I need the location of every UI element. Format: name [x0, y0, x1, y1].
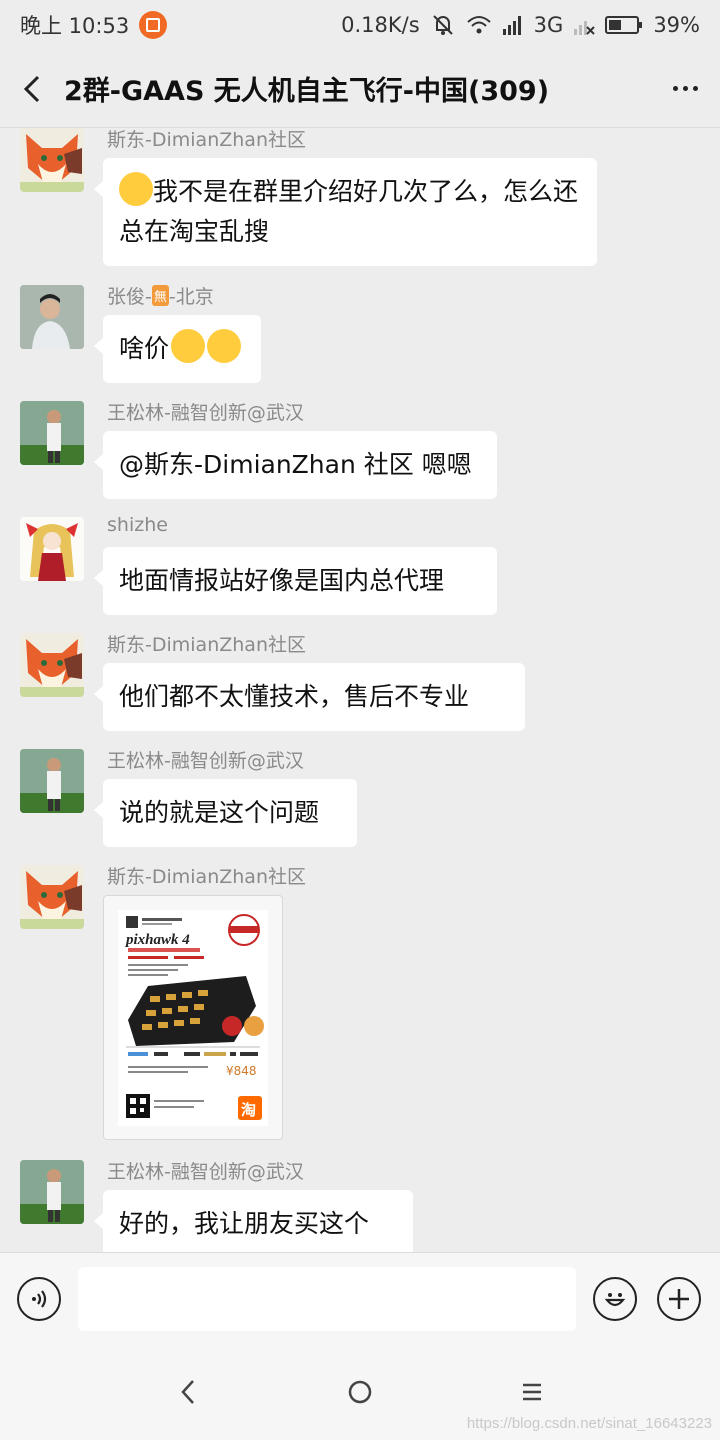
- avatar[interactable]: [20, 401, 84, 465]
- plus-icon: [669, 1288, 689, 1309]
- message-bubble[interactable]: 说的就是这个问题: [94, 779, 357, 847]
- circle-home-icon: [348, 1380, 372, 1404]
- message-input[interactable]: [78, 1266, 576, 1331]
- message-text: 我不是在群里介绍好几次了么，怎么还总在淘宝乱搜: [119, 177, 579, 246]
- sender-name: 王松林-融智创新@武汉: [107, 1161, 304, 1183]
- wifi-icon: [466, 16, 491, 34]
- man-avatar-icon: [20, 285, 84, 349]
- message-bubble[interactable]: 他们都不太懂技术，售后不专业: [94, 663, 525, 731]
- message-bubble[interactable]: 地面情报站好像是国内总代理: [94, 547, 497, 615]
- more-options-button[interactable]: [650, 50, 720, 128]
- man-avatar-icon: [20, 401, 84, 465]
- status-time: 晚上 10:53: [20, 14, 130, 38]
- message-text: 啥价: [119, 334, 170, 363]
- sender-name-prefix: 张俊-: [107, 286, 152, 308]
- man-avatar-icon: [20, 749, 84, 813]
- poster-price: ¥848: [226, 1064, 257, 1078]
- smiling-emoji-icon: [171, 329, 206, 363]
- message-text: 说的就是这个问题: [119, 798, 320, 827]
- image-message[interactable]: pixhawk 4 ¥848 淘: [103, 895, 283, 1140]
- avatar[interactable]: [20, 633, 84, 697]
- dot-icon: [672, 86, 678, 91]
- message-input-bar: [0, 1252, 720, 1344]
- chat-header: 2群-GAAS 无人机自主飞行-中国(309): [0, 50, 720, 128]
- dot-icon: [692, 86, 698, 91]
- laughing-tears-emoji-icon: [119, 172, 153, 206]
- poster-brand: pixhawk 4: [126, 932, 190, 948]
- voice-button[interactable]: [17, 1276, 61, 1321]
- poster-shop-badge: 淘: [241, 1101, 257, 1119]
- message-bubble[interactable]: 好的，我让朋友买这个: [94, 1190, 413, 1252]
- nav-back-button[interactable]: [102, 1344, 274, 1440]
- chevron-left-icon: [181, 1380, 194, 1404]
- chat-title: 2群-GAAS 无人机自主飞行-中国(309): [64, 76, 550, 107]
- avatar[interactable]: [20, 128, 84, 192]
- sender-name: 斯东-DimianZhan社区: [107, 634, 306, 656]
- fox-avatar-icon: [20, 128, 84, 192]
- anime-girl-avatar-icon: [20, 517, 84, 581]
- signal-icon: [502, 16, 521, 35]
- chat-messages[interactable]: 斯东-DimianZhan社区 我不是在群里介绍好几次了么，怎么还总在淘宝乱搜 …: [0, 128, 720, 1252]
- smiling-emoji-icon: [207, 329, 242, 363]
- dot-icon: [682, 86, 688, 91]
- signal-none-icon: [574, 21, 596, 35]
- message-text: 好的，我让朋友买这个: [119, 1209, 370, 1238]
- system-navigation-bar: https://blog.csdn.net/sinat_16643223: [0, 1344, 720, 1440]
- smiley-face-icon: [604, 1292, 626, 1306]
- back-button[interactable]: [0, 50, 64, 128]
- fox-avatar-icon: [20, 633, 84, 697]
- network-type: 3G: [533, 13, 564, 37]
- sender-badge: 無: [151, 285, 169, 306]
- chevron-left-icon: [23, 75, 40, 102]
- message-text: 地面情报站好像是国内总代理: [119, 566, 445, 595]
- sender-name-suffix: -北京: [168, 286, 214, 308]
- pixhawk-product-poster: pixhawk 4 ¥848 淘: [118, 910, 268, 1126]
- avatar[interactable]: [20, 865, 84, 929]
- emoji-button[interactable]: [593, 1276, 637, 1321]
- message-bubble[interactable]: 我不是在群里介绍好几次了么，怎么还总在淘宝乱搜: [94, 158, 597, 266]
- menu-icon: [523, 1383, 541, 1401]
- sender-name: shizhe: [107, 514, 168, 536]
- notification-app-icon: [139, 11, 168, 39]
- avatar[interactable]: [20, 749, 84, 813]
- network-speed: 0.18K/s: [341, 13, 420, 37]
- sender-name: 张俊- 無 -北京: [107, 282, 214, 309]
- battery-percent: 39%: [653, 13, 700, 37]
- sender-name: 王松林-融智创新@武汉: [107, 402, 304, 424]
- watermark: https://blog.csdn.net/sinat_16643223: [466, 1415, 712, 1432]
- message-text: @斯东-DimianZhan 社区 嗯嗯: [119, 450, 472, 479]
- message-bubble[interactable]: @斯东-DimianZhan 社区 嗯嗯: [94, 431, 497, 499]
- nav-home-button[interactable]: [274, 1344, 446, 1440]
- sender-name: 斯东-DimianZhan社区: [107, 866, 306, 888]
- avatar[interactable]: [20, 285, 84, 349]
- mute-bell-icon: [432, 15, 453, 35]
- voice-icon: [32, 1289, 47, 1308]
- more-functions-button[interactable]: [657, 1276, 701, 1321]
- sender-name: 王松林-融智创新@武汉: [107, 750, 304, 772]
- status-bar: 晚上 10:53 0.18K/s 3G 39%: [0, 0, 720, 50]
- avatar[interactable]: [20, 517, 84, 581]
- message-text: 他们都不太懂技术，售后不专业: [119, 682, 470, 711]
- sender-name: 斯东-DimianZhan社区: [107, 129, 306, 151]
- fox-avatar-icon: [20, 865, 84, 929]
- battery-icon: [605, 16, 643, 34]
- status-indicators: 0.18K/s 3G 39%: [341, 12, 700, 38]
- avatar[interactable]: [20, 1160, 84, 1224]
- man-avatar-icon: [20, 1160, 84, 1224]
- message-bubble[interactable]: 啥价: [94, 315, 261, 383]
